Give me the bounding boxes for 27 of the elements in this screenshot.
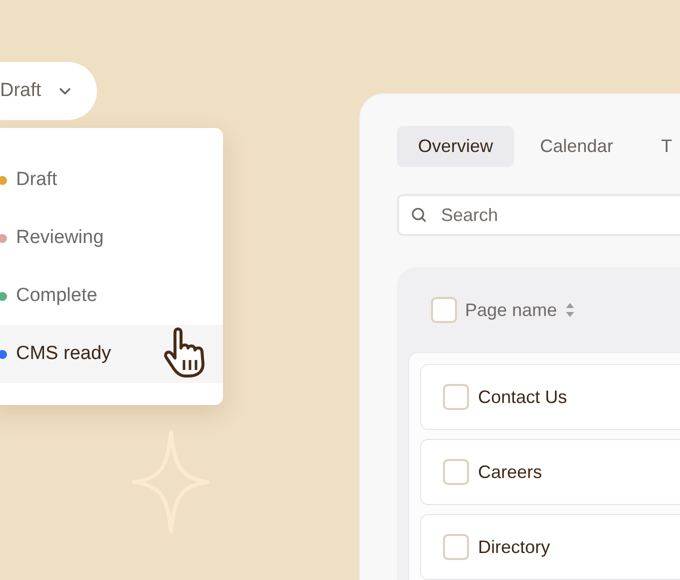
tab[interactable]: Calendar [519, 126, 634, 167]
table-row[interactable]: Careers [420, 439, 680, 505]
page-name: Directory [478, 536, 550, 558]
status-dropdown[interactable]: Draft [0, 62, 97, 120]
page-name: Contact Us [478, 386, 568, 408]
search-icon [411, 207, 427, 223]
column-header: Page name [465, 300, 558, 320]
status-option[interactable]: Draft [0, 151, 223, 209]
checkbox[interactable] [443, 534, 469, 560]
checkbox[interactable] [443, 384, 469, 410]
table-row[interactable]: Directory [420, 514, 680, 580]
status-label: CMS ready [16, 343, 112, 365]
status-label: Complete [16, 285, 98, 307]
page-name: Careers [478, 462, 542, 482]
tab[interactable]: Overview [397, 126, 514, 167]
status-option[interactable]: Reviewing [0, 209, 223, 267]
checkbox[interactable] [443, 459, 469, 485]
status-label: Reviewing [16, 227, 104, 249]
checkbox[interactable] [431, 297, 457, 323]
status-option[interactable]: Complete [0, 267, 223, 325]
search-field[interactable]: Search [397, 194, 680, 236]
chevron-down-icon [59, 87, 72, 95]
sort-icon [565, 302, 576, 318]
tab[interactable]: T [661, 126, 672, 167]
table-row[interactable]: Contact Us [420, 364, 680, 430]
status-label: Draft [16, 169, 58, 191]
status-option[interactable]: CMS ready [0, 325, 223, 383]
